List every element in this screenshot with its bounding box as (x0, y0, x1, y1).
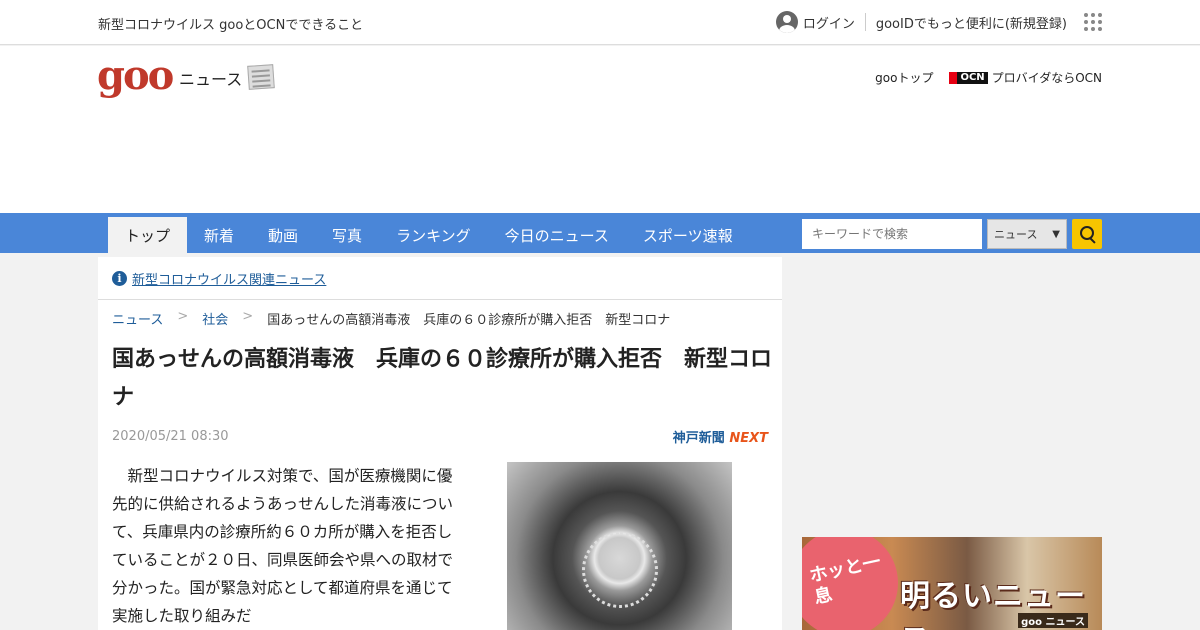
app-grid-icon[interactable] (1084, 13, 1102, 31)
covid-notice: i 新型コロナウイルス関連ニュース (98, 257, 782, 300)
covid-goo-ocn-link[interactable]: 新型コロナウイルス gooとOCNでできること (98, 14, 363, 33)
coronavirus-micrograph-image[interactable] (507, 462, 732, 630)
kobe-shimbun-next-logo[interactable]: 神戸新聞 NEXT (673, 427, 768, 446)
user-icon[interactable] (775, 11, 798, 33)
breadcrumb-news[interactable]: ニュース (112, 309, 163, 328)
article-body: 新型コロナウイルス対策で、国が医療機関に優先的に供給されるようあっせんした消毒液… (112, 467, 454, 625)
breadcrumb-separator: > (177, 309, 189, 324)
breadcrumb-current: 国あっせんの高額消毒液 兵庫の６０診療所が購入拒否 新型コロナ (267, 313, 671, 328)
source-name: 神戸新聞 (672, 431, 725, 446)
breadcrumb: ニュース > 社会 > 国あっせんの高額消毒液 兵庫の６０診療所が購入拒否 新型… (112, 309, 670, 328)
ocn-provider-link[interactable]: プロバイダならOCN (992, 69, 1102, 86)
site-header: goo ニュース gooトップ OCN プロバイダならOCN (0, 46, 1200, 213)
tab-video[interactable]: 動画 (251, 217, 315, 253)
source-suffix: NEXT (729, 431, 768, 446)
tab-latest[interactable]: 新着 (187, 217, 251, 253)
ad-bubble: ホッと一息 (802, 537, 909, 630)
search-button[interactable] (1072, 219, 1102, 249)
breadcrumb-society[interactable]: 社会 (202, 309, 228, 328)
search-scope-value: ニュース (994, 228, 1038, 241)
main-nav: トップ 新着 動画 写真 ランキング 今日のニュース スポーツ速報 ニュース ▼ (0, 213, 1200, 253)
tab-top[interactable]: トップ (108, 217, 188, 253)
article-title: 国あっせんの高額消毒液 兵庫の６０診療所が購入拒否 新型コロナ (112, 347, 773, 410)
article-date: 2020/05/21 08:30 (112, 429, 229, 444)
dropdown-arrow-icon: ▼ (1052, 229, 1060, 240)
goo-logo[interactable]: goo (97, 56, 174, 96)
ocn-logo-icon: OCN (949, 71, 988, 84)
tab-photo[interactable]: 写真 (315, 217, 379, 253)
ad-brand: goo ニュース (1018, 613, 1088, 628)
tab-sports[interactable]: スポーツ速報 (626, 217, 750, 253)
tab-ranking[interactable]: ランキング (379, 217, 488, 253)
tab-todays-news[interactable]: 今日のニュース (488, 217, 626, 253)
nav-tabs: トップ 新着 動画 写真 ランキング 今日のニュース スポーツ速報 (108, 217, 750, 253)
breadcrumb-separator: > (242, 309, 254, 324)
bright-news-banner[interactable]: ホッと一息 明るいニュース goo ニュース (802, 537, 1102, 630)
header-links: gooトップ OCN プロバイダならOCN (875, 69, 1102, 86)
register-link[interactable]: gooIDでもっと便利に(新規登録) (876, 13, 1067, 32)
goo-top-link[interactable]: gooトップ (875, 69, 933, 86)
utility-bar: 新型コロナウイルス gooとOCNでできること ログイン gooIDでもっと便利… (0, 0, 1200, 45)
divider (864, 13, 866, 31)
article-card: i 新型コロナウイルス関連ニュース ニュース > 社会 > 国あっせんの高額消毒… (98, 257, 782, 630)
newspaper-icon (247, 64, 275, 90)
search-input[interactable] (802, 219, 982, 249)
search-scope-select[interactable]: ニュース ▼ (987, 219, 1067, 249)
news-label[interactable]: ニュース (179, 66, 242, 90)
utility-right: ログイン gooIDでもっと便利に(新規登録) (775, 10, 1102, 34)
covid-related-news-link[interactable]: 新型コロナウイルス関連ニュース (132, 269, 326, 288)
login-link[interactable]: ログイン (803, 13, 855, 32)
info-icon: i (112, 270, 127, 286)
